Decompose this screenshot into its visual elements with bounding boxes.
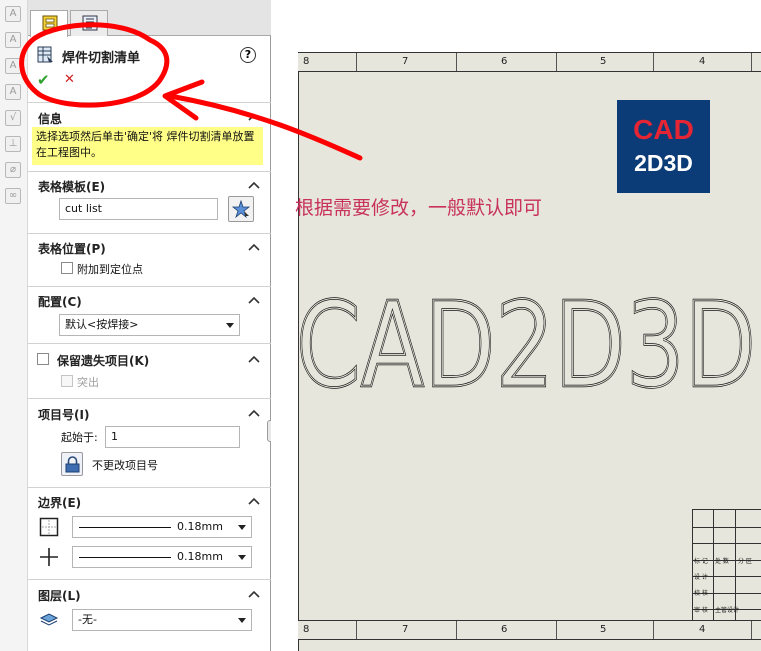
highlight-circle: [19, 22, 170, 108]
red-markup-overlay: [19, 22, 363, 161]
arrow-shaft: [167, 93, 363, 161]
